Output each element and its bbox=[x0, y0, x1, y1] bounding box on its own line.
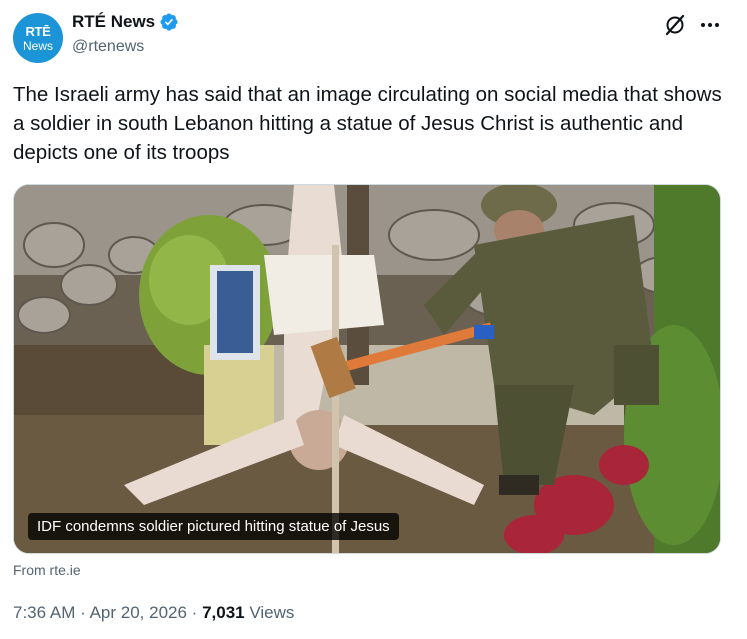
grok-icon[interactable] bbox=[662, 12, 688, 38]
views-count[interactable]: 7,031 bbox=[202, 603, 245, 622]
solar-panel bbox=[210, 265, 260, 360]
meta-separator: · bbox=[80, 603, 86, 622]
tweet-date[interactable]: Apr 20, 2026 bbox=[90, 603, 187, 622]
tweet-media-card[interactable] bbox=[13, 184, 721, 554]
avatar-logo-text: RTĒ bbox=[25, 23, 51, 39]
tweet-text: The Israeli army has said that an image … bbox=[13, 83, 722, 164]
verified-badge-icon[interactable] bbox=[159, 12, 179, 32]
views-label: Views bbox=[249, 603, 295, 622]
tweet-time[interactable]: 7:36 AM bbox=[13, 603, 75, 622]
more-options-icon[interactable] bbox=[697, 12, 723, 38]
tweet-meta: 7:36 AM · Apr 20, 2026 · 7,031 Views bbox=[13, 603, 294, 623]
author-name-row: RTÉ News bbox=[72, 12, 179, 32]
media-caption: IDF condemns soldier pictured hitting st… bbox=[28, 513, 399, 540]
link-source[interactable]: From rte.ie bbox=[13, 562, 81, 578]
meta-separator: · bbox=[191, 603, 198, 622]
news-photo bbox=[14, 185, 720, 553]
avatar-logo-subtext: News bbox=[22, 38, 53, 53]
avatar[interactable]: RTĒ News bbox=[13, 13, 63, 63]
display-name[interactable]: RTÉ News bbox=[72, 12, 155, 32]
handle[interactable]: @rtenews bbox=[72, 38, 144, 56]
